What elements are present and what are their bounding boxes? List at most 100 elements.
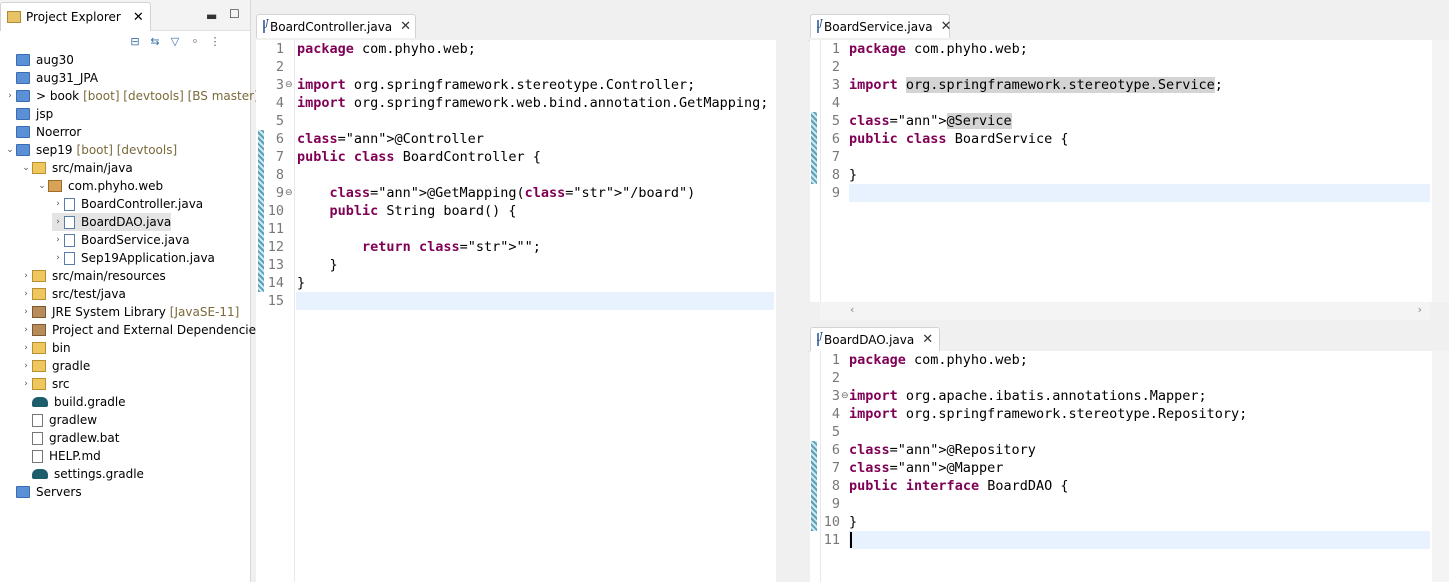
tree-item-label: Sep19Application.java: [81, 251, 215, 265]
line-number: 11: [823, 532, 840, 548]
chevron-right-icon[interactable]: ›: [20, 343, 32, 353]
chevron-right-icon[interactable]: ›: [20, 325, 32, 335]
chevron-right-icon[interactable]: ›: [20, 271, 32, 281]
close-icon[interactable]: ✕: [400, 19, 411, 34]
link-with-editor-icon[interactable]: ⇆: [148, 34, 162, 48]
code-line[interactable]: class="ann">@Repository: [849, 441, 1036, 459]
maximize-icon[interactable]: ☐: [229, 7, 240, 21]
tree-item[interactable]: ⌄ src/main/java: [20, 159, 133, 177]
code-line[interactable]: }: [297, 274, 305, 292]
project-explorer-tab[interactable]: Project Explorer ✕: [0, 2, 151, 31]
chevron-right-icon[interactable]: ›: [20, 361, 32, 371]
chevron-right-icon[interactable]: ›: [52, 199, 64, 209]
chevron-down-icon[interactable]: ⌄: [4, 145, 16, 155]
tree-item[interactable]: gradlew: [20, 411, 97, 429]
code-line[interactable]: public String board() {: [297, 202, 517, 220]
tree-item[interactable]: build.gradle: [20, 393, 126, 411]
tree-item[interactable]: › Project and External Dependencies: [20, 321, 262, 339]
tree-item[interactable]: › Sep19Application.java: [52, 249, 215, 267]
code-line[interactable]: package com.phyho.web;: [849, 351, 1028, 369]
code-line[interactable]: }: [849, 513, 857, 531]
tree-item[interactable]: › gradle: [20, 357, 90, 375]
collapse-all-icon[interactable]: ⊟: [128, 34, 142, 48]
fold-icon[interactable]: ⊖: [285, 188, 293, 198]
scroll-left-icon[interactable]: ‹: [850, 303, 854, 316]
java-file-icon: [64, 251, 75, 265]
horizontal-scrollbar[interactable]: ‹ ›: [820, 302, 1430, 320]
chevron-down-icon[interactable]: ⌄: [20, 163, 32, 173]
code-area[interactable]: 1 package com.phyho.web; 2 3 import org.spri…: [810, 40, 1449, 302]
close-icon[interactable]: ✕: [922, 332, 933, 347]
chevron-right-icon[interactable]: ›: [20, 307, 32, 317]
chevron-right-icon[interactable]: ›: [52, 253, 64, 263]
tree-item[interactable]: › BoardService.java: [52, 231, 189, 249]
tree-item[interactable]: ⌄ sep19 [boot] [devtools]: [4, 141, 177, 159]
code-line[interactable]: public class BoardController {: [297, 148, 541, 166]
code-line[interactable]: public interface BoardDAO {: [849, 477, 1068, 495]
tree-item[interactable]: › bin: [20, 339, 70, 357]
minimize-icon[interactable]: ▬: [206, 9, 217, 23]
tree-item[interactable]: settings.gradle: [20, 465, 144, 483]
tree-item[interactable]: aug31_JPA: [4, 69, 98, 87]
code-line[interactable]: class="ann">@Controller: [297, 130, 484, 148]
vertical-scrollbar[interactable]: [1432, 40, 1449, 302]
line-number: 1: [275, 41, 284, 57]
code-line[interactable]: import org.springframework.web.bind.anno…: [297, 94, 768, 112]
code-line[interactable]: package com.phyho.web;: [849, 40, 1028, 58]
tab-board-dao[interactable]: BoardDAO.java ✕: [810, 327, 940, 351]
tree-item[interactable]: ⌄ com.phyho.web: [36, 177, 163, 195]
fold-icon[interactable]: ⊖: [285, 80, 293, 90]
code-line[interactable]: import org.springframework.stereotype.Re…: [849, 405, 1247, 423]
tree-item[interactable]: › BoardDAO.java: [52, 213, 172, 231]
tree-item[interactable]: gradlew.bat: [20, 429, 119, 447]
tree-item-label: BoardController.java: [81, 197, 204, 211]
code-line[interactable]: class="ann">@GetMapping(class="str">"/bo…: [297, 184, 696, 202]
fold-icon[interactable]: ⊖: [841, 391, 849, 401]
code-line[interactable]: }: [297, 256, 338, 274]
tree-item[interactable]: HELP.md: [20, 447, 101, 465]
view-menu-icon[interactable]: ⋮: [208, 34, 222, 48]
vertical-scrollbar[interactable]: [1432, 351, 1449, 582]
line-number: 7: [831, 460, 840, 476]
tree-item[interactable]: › BoardController.java: [52, 195, 203, 213]
code-line[interactable]: }: [849, 166, 857, 184]
tree-item[interactable]: jsp: [4, 105, 53, 123]
code-area[interactable]: 1 package com.phyho.web; 2 3 ⊖ import org.apa…: [810, 351, 1449, 582]
java-file-icon: [64, 233, 75, 247]
chevron-right-icon[interactable]: ›: [4, 91, 16, 101]
tree-item[interactable]: › src/main/resources: [20, 267, 166, 285]
code-area[interactable]: 1 package com.phyho.web; 2 3 ⊖ import org.spr…: [256, 40, 776, 582]
tree-item-label: com.phyho.web: [68, 179, 164, 193]
change-marker: [811, 441, 817, 531]
tab-board-service[interactable]: BoardService.java ✕: [810, 14, 952, 38]
code-line[interactable]: class="ann">@Mapper: [849, 459, 1003, 477]
project-icon: [16, 108, 30, 120]
code-line[interactable]: import org.springframework.stereotype.Se…: [849, 76, 1223, 94]
chevron-right-icon[interactable]: ›: [20, 379, 32, 389]
tree-item[interactable]: › src/test/java: [20, 285, 126, 303]
file-icon: [32, 413, 43, 427]
close-icon[interactable]: ✕: [941, 19, 952, 34]
tree-item[interactable]: › > book [boot] [devtools] [BS master]: [4, 87, 259, 105]
chevron-right-icon[interactable]: ›: [52, 217, 64, 227]
filter-icon[interactable]: ▽: [168, 34, 182, 48]
focus-icon[interactable]: ⚬: [188, 34, 202, 48]
code-line[interactable]: return class="str">"";: [297, 238, 541, 256]
close-icon[interactable]: ✕: [133, 10, 144, 25]
tree-item-label: src: [52, 377, 70, 391]
code-line[interactable]: import org.apache.ibatis.annotations.Map…: [849, 387, 1207, 405]
chevron-down-icon[interactable]: ⌄: [36, 181, 48, 191]
scroll-right-icon[interactable]: ›: [1418, 303, 1422, 316]
tree-item[interactable]: aug30: [4, 51, 74, 69]
tree-item[interactable]: Noerror: [4, 123, 81, 141]
code-line[interactable]: class="ann">@Service: [849, 112, 1012, 130]
code-line[interactable]: package com.phyho.web;: [297, 40, 476, 58]
chevron-right-icon[interactable]: ›: [20, 289, 32, 299]
tab-board-controller[interactable]: BoardController.java ✕: [256, 14, 416, 38]
code-line[interactable]: import org.springframework.stereotype.Co…: [297, 76, 695, 94]
tree-item[interactable]: › JRE System Library [JavaSE-11]: [20, 303, 239, 321]
tree-item[interactable]: › src: [20, 375, 70, 393]
code-line[interactable]: public class BoardService {: [849, 130, 1068, 148]
chevron-right-icon[interactable]: ›: [52, 235, 64, 245]
tree-item[interactable]: Servers: [4, 483, 82, 501]
